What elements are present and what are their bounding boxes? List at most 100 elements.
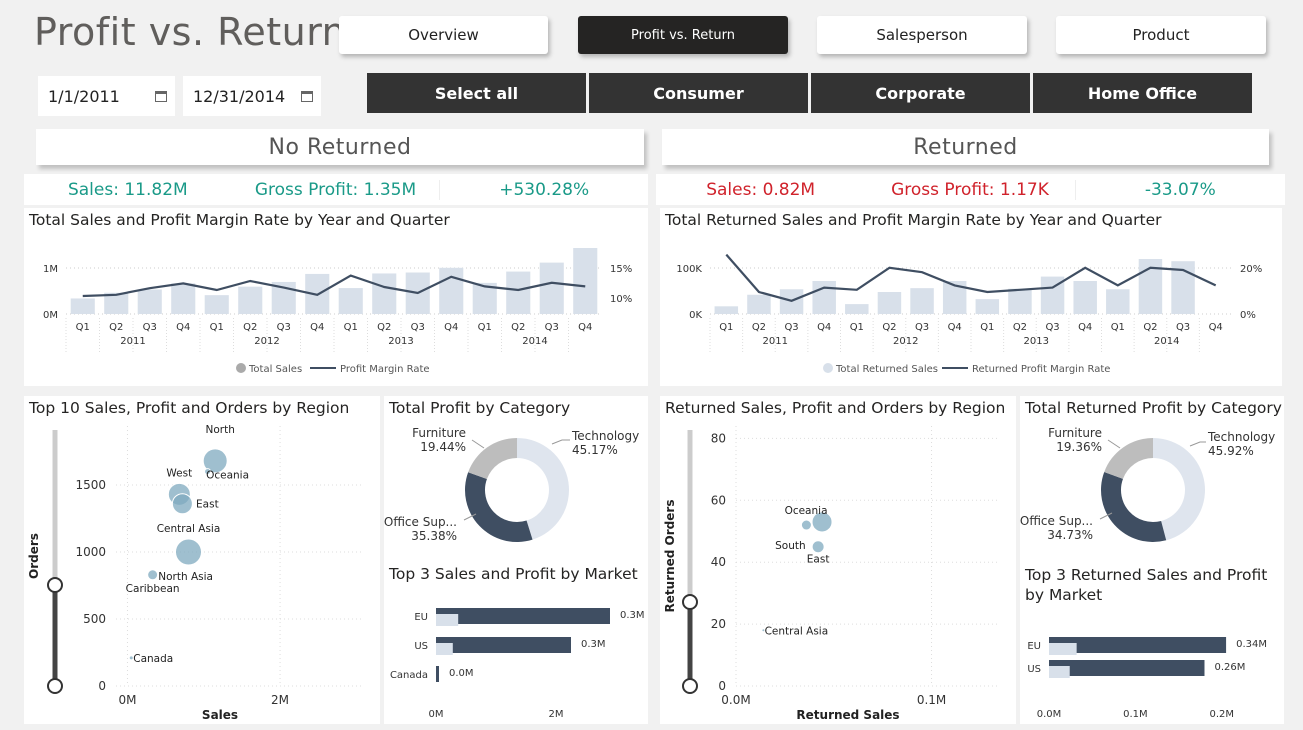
sales-bar — [747, 294, 771, 314]
slice-label: Furniture — [1048, 426, 1102, 440]
nav-overview-button[interactable]: Overview — [339, 16, 548, 54]
x-tick-label: Q4 — [948, 322, 962, 333]
y-axis-label: Orders — [27, 533, 41, 579]
end-date-field[interactable]: 12/31/2014 — [183, 76, 321, 116]
category-profit-donut[interactable]: Total Profit by Category Technology 45.17… — [384, 396, 648, 562]
segment-corporate-button[interactable]: Corporate — [811, 73, 1030, 113]
slice-label: Office Sup... — [1020, 514, 1093, 528]
sales-bar — [436, 666, 439, 682]
x-tick-label: Q4 — [1209, 322, 1223, 333]
bubble-label: North Asia — [158, 571, 213, 583]
no-returned-header: No Returned — [36, 129, 644, 165]
sales-margin-combo-chart[interactable]: Total Sales and Profit Margin Rate by Ye… — [24, 208, 648, 386]
region-bubble — [811, 540, 825, 554]
x-tick-label: Q1 — [980, 322, 994, 333]
sales-bar — [372, 273, 397, 314]
combo-chart-svg: 100K 0K 20% 0% Q1 Q2 Q3 Q4 Q1 Q2 Q3 Q4 Q1 Q2 Q3 Q4 Q1 Q2 Q… — [676, 253, 1262, 375]
year-label: 2014 — [522, 336, 547, 347]
category-label: EU — [1027, 641, 1041, 652]
segment-select-all-button[interactable]: Select all — [367, 73, 586, 113]
sales-bar — [539, 262, 564, 314]
profit-bar — [1049, 666, 1070, 678]
x-tick-label: Q3 — [1045, 322, 1059, 333]
y-axis-label: Returned Orders — [663, 500, 677, 613]
bubble-label: East — [196, 499, 219, 511]
donut-slice — [1101, 471, 1167, 542]
year-label: 2013 — [1024, 336, 1049, 347]
range-slider-handle — [682, 678, 698, 694]
x-tick-label: Q1 — [210, 322, 224, 333]
donut-chart-svg: Technology45.92% Office Sup...34.73% Furni… — [1020, 426, 1275, 542]
x-tick-label: Q1 — [76, 322, 90, 333]
combo-chart-svg: 1M 0M 15% 10% Q1 Q2 Q3 Q4 Q1 Q2 Q3 Q4 Q1 Q2 Q3 Q4 Q1 Q2 Q3… — [43, 248, 632, 375]
returned-region-scatter-chart[interactable]: Returned Sales, Profit and Orders by Reg… — [660, 396, 1016, 724]
data-label: 0.26M — [1214, 662, 1245, 673]
sales-bar — [1106, 289, 1130, 314]
slice-label: Technology — [571, 429, 639, 443]
range-slider-handle — [47, 678, 63, 694]
slice-percent: 19.44% — [420, 440, 466, 454]
x-tick-label: 0.2M — [1210, 709, 1235, 720]
x-tick-label: Q1 — [850, 322, 864, 333]
x-tick-label: Q2 — [1143, 322, 1157, 333]
bubble-label: Central Asia — [765, 625, 829, 637]
category-label: US — [1027, 664, 1041, 675]
calendar-icon[interactable] — [155, 90, 167, 102]
x-tick-label: Q2 — [882, 322, 896, 333]
x-tick-label: 2M — [549, 709, 564, 720]
x-tick-label: 2M — [271, 693, 289, 707]
slice-percent: 45.17% — [572, 443, 618, 457]
x-axis-label: Returned Sales — [796, 708, 899, 722]
segment-consumer-button[interactable]: Consumer — [589, 73, 808, 113]
nav-salesperson-button[interactable]: Salesperson — [817, 16, 1027, 54]
x-tick-label: Q4 — [578, 322, 592, 333]
x-tick-label: Q1 — [344, 322, 358, 333]
nav-profit-vs-return-button[interactable]: Profit vs. Return — [578, 16, 788, 54]
slice-label: Technology — [1207, 430, 1275, 444]
returned-sales-margin-combo-chart[interactable]: Total Returned Sales and Profit Margin R… — [660, 208, 1282, 386]
segment-home-office-button[interactable]: Home Office — [1033, 73, 1252, 113]
legend-label: Profit Margin Rate — [340, 364, 430, 375]
region-scatter-chart[interactable]: Top 10 Sales, Profit and Orders by Regio… — [24, 396, 380, 724]
returned-market-bar-chart[interactable]: Top 3 Returned Sales and Profit by Marke… — [1020, 562, 1284, 724]
year-label: 2013 — [388, 336, 413, 347]
market-bar-chart[interactable]: Top 3 Sales and Profit by Market 0M 2M EU 0… — [384, 562, 648, 724]
sales-bar — [436, 637, 571, 653]
year-label: 2012 — [254, 336, 279, 347]
year-label: 2014 — [1154, 336, 1179, 347]
x-tick-label: 0M — [118, 693, 136, 707]
returned-kpi-bar: Sales: 0.82M Gross Profit: 1.17K -33.07% — [656, 174, 1285, 205]
sales-bar — [436, 608, 610, 624]
page-title: Profit vs. Return — [34, 10, 347, 54]
x-tick-label: Q3 — [277, 322, 291, 333]
slice-percent: 45.92% — [1208, 444, 1254, 458]
returned-category-profit-donut[interactable]: Total Returned Profit by Category Techno… — [1020, 396, 1284, 562]
x-tick-label: Q3 — [915, 322, 929, 333]
year-label: 2011 — [763, 336, 788, 347]
y-tick-label: 1M — [43, 264, 58, 275]
calendar-icon[interactable] — [301, 90, 313, 102]
kpi-gross-profit: Gross Profit: 1.35M — [232, 179, 441, 200]
leader-line — [1107, 439, 1121, 449]
y-tick-label: 0K — [689, 310, 702, 321]
y-tick-label: 80 — [711, 431, 726, 445]
range-slider-handle — [47, 577, 63, 593]
bubble-label: Canada — [133, 653, 173, 665]
y2-tick-label: 0% — [1240, 310, 1256, 321]
x-tick-label: Q2 — [752, 322, 766, 333]
data-label: 0.3M — [620, 610, 645, 621]
scatter-chart-svg: 0 20 40 60 80 0.0M 0.1M Returned Sales Returned … — [663, 426, 1000, 722]
legend-label: Total Returned Sales — [835, 364, 938, 375]
sales-bar — [439, 267, 464, 314]
x-tick-label: 0.1M — [1123, 709, 1148, 720]
slice-percent: 35.38% — [411, 529, 457, 543]
x-tick-label: Q4 — [444, 322, 458, 333]
x-tick-label: Q2 — [1013, 322, 1027, 333]
category-label: Canada — [390, 670, 428, 681]
legend-label: Total Sales — [248, 364, 302, 375]
start-date-field[interactable]: 1/1/2011 — [38, 76, 175, 116]
profit-bar — [1049, 643, 1077, 655]
x-tick-label: Q3 — [143, 322, 157, 333]
nav-product-button[interactable]: Product — [1056, 16, 1266, 54]
sales-bar — [204, 295, 229, 314]
